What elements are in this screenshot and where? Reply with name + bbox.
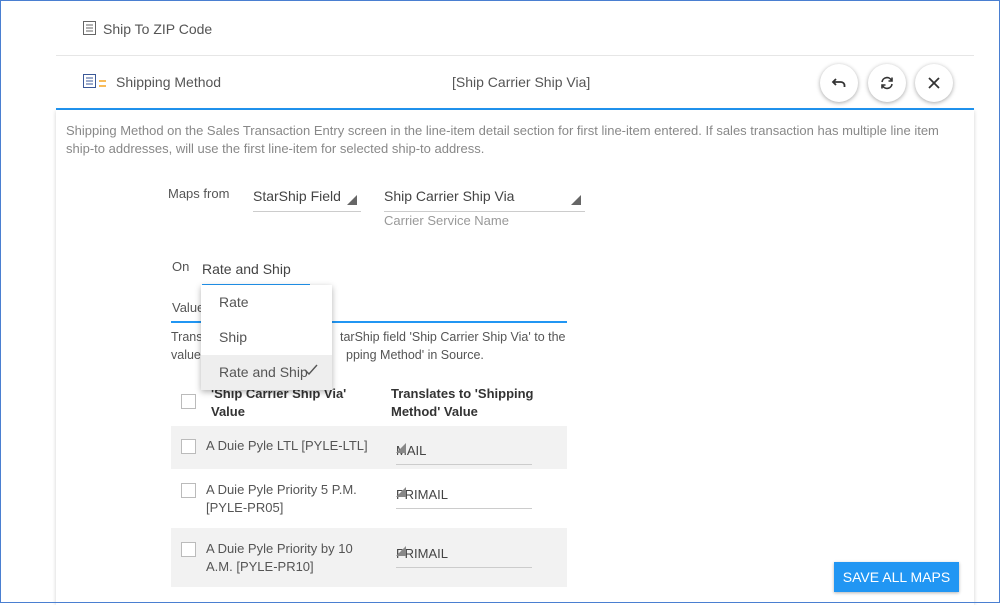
field-description: Shipping Method on the Sales Transaction… bbox=[66, 123, 939, 156]
triangle-icon bbox=[396, 546, 406, 556]
column-header-target-line2: Method' Value bbox=[391, 404, 478, 419]
triangle-icon bbox=[396, 443, 406, 453]
column-header-target: Translates to 'Shipping Method' Value bbox=[391, 385, 534, 421]
close-button[interactable] bbox=[915, 64, 953, 102]
row-checkbox[interactable] bbox=[181, 439, 196, 454]
translate-text-end-2: pping Method' in Source. bbox=[346, 348, 484, 362]
on-dropdown-menu: Rate Ship Rate and Ship bbox=[201, 285, 332, 390]
row-checkbox[interactable] bbox=[181, 542, 196, 557]
undo-icon bbox=[831, 78, 846, 87]
save-all-maps-button[interactable]: SAVE ALL MAPS bbox=[834, 562, 959, 592]
warning-icon bbox=[99, 80, 106, 87]
menu-item-label: Rate bbox=[219, 294, 249, 310]
mapping-detail-panel: Shipping Method on the Sales Transaction… bbox=[56, 110, 974, 605]
value-label: Value bbox=[172, 300, 205, 315]
triangle-icon bbox=[571, 195, 581, 205]
row-target-select[interactable]: PRIMAIL bbox=[396, 480, 532, 509]
row-source-value: A Duie Pyle LTL [PYLE-LTL] bbox=[206, 438, 368, 453]
refresh-icon bbox=[881, 76, 893, 90]
column-header-source-line2: Value bbox=[211, 404, 245, 419]
menu-item-ship[interactable]: Ship bbox=[201, 320, 332, 355]
field-row-shipping-method[interactable]: Shipping Method [Ship Carrier Ship Via] bbox=[56, 56, 974, 110]
menu-item-rate-and-ship[interactable]: Rate and Ship bbox=[201, 355, 332, 390]
table-row: A Duie Pyle LTL [PYLE-LTL] MAIL bbox=[171, 426, 567, 469]
undo-button[interactable] bbox=[820, 64, 858, 102]
row-source-value: A Duie Pyle Priority 5 P.M. [PYLE-PR05] bbox=[206, 482, 357, 515]
triangle-icon bbox=[347, 195, 357, 205]
menu-item-label: Rate and Ship bbox=[219, 364, 308, 380]
row-target-select[interactable]: MAIL bbox=[396, 436, 532, 465]
mapped-value: [Ship Carrier Ship Via] bbox=[452, 74, 591, 90]
refresh-button[interactable] bbox=[868, 64, 906, 102]
on-select-value: Rate and Ship bbox=[202, 261, 291, 277]
column-header-source: 'Ship Carrier Ship Via' Value bbox=[211, 385, 346, 421]
select-all-checkbox[interactable] bbox=[181, 394, 196, 409]
translate-text-start-1: Trans bbox=[171, 330, 203, 344]
menu-item-rate[interactable]: Rate bbox=[201, 285, 332, 320]
row-target-select[interactable]: PRIMAIL bbox=[396, 539, 532, 568]
check-icon bbox=[304, 364, 318, 376]
list-icon bbox=[83, 21, 96, 35]
on-select[interactable]: Rate and Ship bbox=[202, 256, 310, 286]
maps-from-label: Maps from bbox=[168, 186, 230, 201]
source-type-value: StarShip Field bbox=[253, 188, 341, 204]
translate-text-start-2: value bbox=[171, 348, 201, 362]
close-icon bbox=[928, 77, 940, 89]
source-field-select[interactable]: Ship Carrier Ship Via bbox=[384, 184, 585, 212]
column-header-target-line1: Translates to 'Shipping bbox=[391, 386, 534, 401]
source-type-select[interactable]: StarShip Field bbox=[253, 184, 361, 212]
source-field-helper: Carrier Service Name bbox=[384, 213, 509, 228]
list-icon bbox=[83, 74, 96, 88]
translate-text-end-1: tarShip field 'Ship Carrier Ship Via' to… bbox=[340, 330, 566, 344]
field-label-shipping-method: Shipping Method bbox=[116, 74, 222, 90]
triangle-icon bbox=[396, 487, 406, 497]
source-field-value: Ship Carrier Ship Via bbox=[384, 188, 515, 204]
table-row: A Duie Pyle Priority 5 P.M. [PYLE-PR05] … bbox=[171, 469, 567, 528]
field-row-ship-to-zip[interactable]: Ship To ZIP Code bbox=[56, 3, 974, 56]
table-row: A Duie Pyle Priority by 10 A.M. [PYLE-PR… bbox=[171, 528, 567, 587]
field-label-ship-to-zip: Ship To ZIP Code bbox=[103, 21, 213, 37]
row-checkbox[interactable] bbox=[181, 483, 196, 498]
on-label: On bbox=[172, 259, 190, 274]
row-source-value: A Duie Pyle Priority by 10 A.M. [PYLE-PR… bbox=[206, 541, 353, 574]
menu-item-label: Ship bbox=[219, 329, 248, 345]
